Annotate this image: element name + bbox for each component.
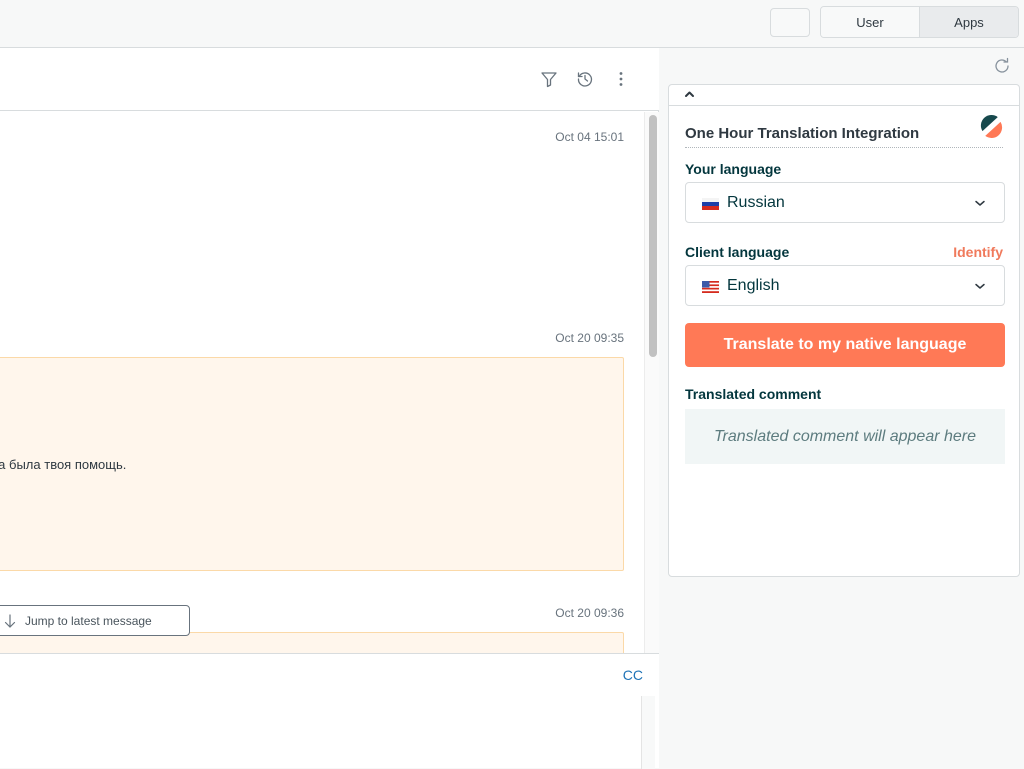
blank-button[interactable] (770, 8, 810, 37)
context-panel-toggle: User Apps (820, 6, 1019, 38)
russia-flag-icon (702, 198, 719, 210)
reload-icon[interactable] (993, 57, 1011, 75)
jump-to-latest-label: Jump to latest message (25, 613, 152, 628)
translated-comment-placeholder: Translated comment will appear here (713, 427, 977, 445)
message-thread: Oct 04 15:01 Oct 20 09:35 на была твоя п… (0, 112, 644, 653)
tab-apps[interactable]: Apps (919, 7, 1018, 37)
conversation-pane: Oct 04 15:01 Oct 20 09:35 на была твоя п… (0, 48, 659, 769)
message-timestamp: Oct 20 09:35 (555, 331, 624, 345)
your-language-label: Your language (685, 161, 782, 177)
composer-scrollbar[interactable] (641, 696, 655, 769)
collapse-app-button[interactable] (669, 85, 1019, 106)
conversation-header (0, 48, 659, 111)
message-timestamp: Oct 20 09:36 (555, 606, 624, 620)
us-flag-icon (702, 281, 719, 293)
arrow-down-icon (4, 613, 16, 628)
message-timestamp: Oct 04 15:01 (555, 130, 624, 144)
translated-comment-box: Translated comment will appear here (685, 409, 1005, 464)
jump-to-latest-button[interactable]: Jump to latest message (0, 605, 190, 636)
app-title: One Hour Translation Integration (685, 125, 920, 142)
translation-app-card: One Hour Translation Integration Your la… (668, 84, 1020, 577)
chevron-down-icon (975, 200, 985, 206)
translate-button[interactable]: Translate to my native language (685, 323, 1005, 367)
chevron-down-icon (975, 283, 985, 289)
message-text: на была твоя помощь. (0, 457, 127, 472)
client-language-select[interactable]: English (685, 265, 1005, 306)
tab-user[interactable]: User (821, 7, 919, 37)
cc-button[interactable]: CC (623, 667, 643, 683)
top-bar: User Apps (0, 0, 1024, 48)
apps-panel: One Hour Translation Integration Your la… (660, 48, 1024, 768)
title-divider (685, 147, 1003, 148)
scrollbar-thumb[interactable] (649, 115, 657, 357)
more-vertical-icon[interactable] (610, 68, 632, 90)
client-language-value: English (727, 277, 780, 294)
reply-composer[interactable]: CC (0, 653, 659, 769)
translated-comment-label: Translated comment (685, 386, 822, 402)
app-logo-icon (980, 115, 1003, 138)
message-bubble: на была твоя помощь. (0, 357, 624, 571)
thread-scrollbar[interactable] (644, 112, 659, 653)
filter-icon[interactable] (538, 68, 560, 90)
client-language-label: Client language (685, 244, 790, 260)
identify-link[interactable]: Identify (953, 244, 1003, 260)
chevron-up-icon (685, 91, 694, 97)
your-language-select[interactable]: Russian (685, 182, 1005, 223)
history-icon[interactable] (574, 68, 596, 90)
your-language-value: Russian (727, 194, 785, 211)
